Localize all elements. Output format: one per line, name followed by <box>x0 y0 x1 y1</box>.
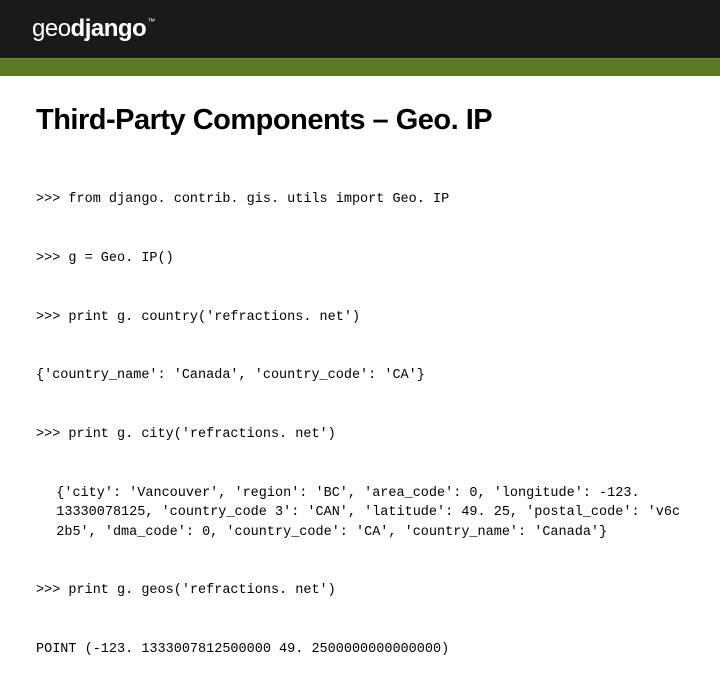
logo-trademark: ™ <box>147 17 155 26</box>
header-bar: geodjango™ <box>0 0 720 58</box>
code-block: >>> from django. contrib. gis. utils imp… <box>36 151 684 699</box>
code-line: {'city': 'Vancouver', 'region': 'BC', 'a… <box>36 484 684 543</box>
code-line: POINT (-123. 1333007812500000 49. 250000… <box>36 640 684 660</box>
slide-content: Third-Party Components – Geo. IP >>> fro… <box>0 76 720 699</box>
logo-django: django <box>71 15 147 42</box>
code-line: >>> print g. country('refractions. net') <box>36 308 684 328</box>
code-line: {'country_name': 'Canada', 'country_code… <box>36 366 684 386</box>
slide-title: Third-Party Components – Geo. IP <box>36 104 684 137</box>
code-line: >>> g = Geo. IP() <box>36 249 684 269</box>
accent-bar <box>0 58 720 76</box>
logo-geo: geo <box>32 15 71 42</box>
code-line: >>> from django. contrib. gis. utils imp… <box>36 190 684 210</box>
code-line: >>> print g. geos('refractions. net') <box>36 581 684 601</box>
code-line: >>> print g. city('refractions. net') <box>36 425 684 445</box>
logo: geodjango™ <box>32 15 154 43</box>
